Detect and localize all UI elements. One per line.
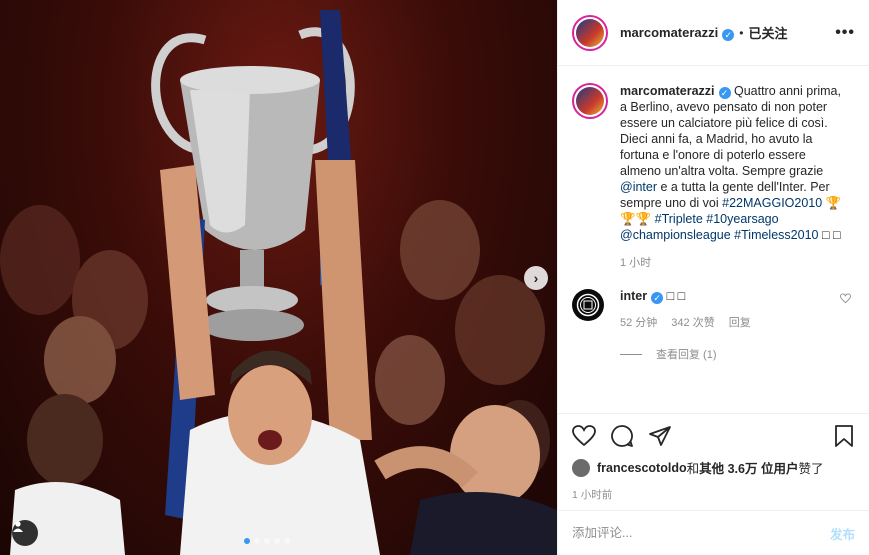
caption-time[interactable]: 1 小时 [620,255,850,271]
post-comment-button[interactable]: 发布 [830,524,855,543]
post-actions: francescotoldo 和 其他 3.6万 位用户 赞了 1 小时前 [558,413,869,502]
heart-icon [572,424,596,446]
author-avatar[interactable] [572,14,608,51]
mention-championsleague[interactable]: @championsleague [620,228,731,242]
comment-input[interactable] [572,526,830,540]
caption-username[interactable]: marcomaterazzi [620,84,715,98]
person-tag-icon [13,521,23,532]
next-photo-button[interactable]: › [524,266,548,290]
chevron-right-icon: › [533,270,539,286]
action-buttons [572,424,855,450]
posted-time[interactable]: 1 小时前 [572,487,855,502]
carousel-dot [254,538,260,544]
liker-username[interactable]: francescotoldo [597,461,687,475]
reply-button[interactable]: 回复 [729,314,751,330]
carousel-dot [274,538,280,544]
photo-illustration [0,10,557,555]
paper-plane-icon [649,425,671,446]
tagged-people-button[interactable] [12,520,38,546]
author-username[interactable]: marcomaterazzi ✓ [620,25,735,41]
comment-like-button[interactable] [839,293,852,307]
verified-badge-icon: ✓ [651,292,664,304]
verified-badge-icon: ✓ [722,28,735,41]
comment-item: inter ✓ □ □ 52 分钟 342 次赞 回复 [572,289,855,330]
hashtag-22maggio2010[interactable]: #22MAGGIO2010 [722,196,822,210]
caption-text: marcomaterazzi ✓ Quattro anni prima, a Be… [620,83,850,271]
post-photo[interactable]: › [0,0,557,555]
post-header: marcomaterazzi ✓ • 已关注 ••• [558,0,869,66]
verified-badge-icon: ✓ [718,87,731,99]
author-username-text[interactable]: marcomaterazzi [620,25,718,40]
caption-end-glyphs: □ □ [818,228,841,242]
carousel-dot [284,538,290,544]
carousel-dot [264,538,270,544]
hashtag-10yearsago[interactable]: #10yearsago [706,212,778,226]
likes-summary: francescotoldo 和 其他 3.6万 位用户 赞了 [572,458,855,477]
caption-text-part: Quattro anni prima, a Berlino, avevo pen… [620,84,841,178]
save-button[interactable] [833,424,855,451]
view-replies-label[interactable]: 查看回复 (1) [656,346,717,362]
more-options-button[interactable]: ••• [835,24,855,42]
comment-meta: 52 分钟 342 次赞 回复 [620,314,830,330]
carousel-indicator [244,538,290,544]
hashtag-timeless2010[interactable]: #Timeless2010 [734,228,818,242]
caption-avatar[interactable] [572,83,608,119]
inter-logo-icon [576,293,600,317]
comment-time[interactable]: 52 分钟 [620,314,657,330]
liker-avatar[interactable] [572,458,590,477]
separator-dot: • [739,25,744,40]
comment-username[interactable]: inter [620,289,647,303]
comment-text: inter ✓ □ □ [620,289,830,304]
comments-list[interactable]: marcomaterazzi ✓ Quattro anni prima, a Be… [558,67,869,413]
comment-button[interactable] [610,424,634,451]
inter-avatar[interactable] [572,289,604,321]
carousel-dot-active [244,538,250,544]
add-comment-bar: 发布 [558,510,869,555]
caption: marcomaterazzi ✓ Quattro anni prima, a Be… [572,83,855,271]
likes-others-button[interactable]: 其他 3.6万 位用户 [699,458,798,477]
likes-suffix: 赞了 [798,462,824,476]
comment-icon [611,424,633,447]
comment-likes[interactable]: 342 次赞 [671,314,714,330]
post-side-panel: marcomaterazzi ✓ • 已关注 ••• marcomaterazzi… [557,0,869,555]
view-replies-button[interactable]: 查看回复 (1) [620,346,855,362]
bookmark-icon [835,424,853,447]
likes-connector: 和 [686,462,700,476]
heart-outline-icon [839,293,852,304]
like-button[interactable] [572,424,596,451]
hashtag-triplete[interactable]: #Triplete [655,212,703,226]
following-button[interactable]: 已关注 [748,23,787,42]
comment-body: inter ✓ □ □ 52 分钟 342 次赞 回复 [620,289,830,330]
share-button[interactable] [648,424,672,451]
mention-inter[interactable]: @inter [620,180,657,194]
replies-divider [620,353,642,355]
comment-content: □ □ [663,289,686,303]
